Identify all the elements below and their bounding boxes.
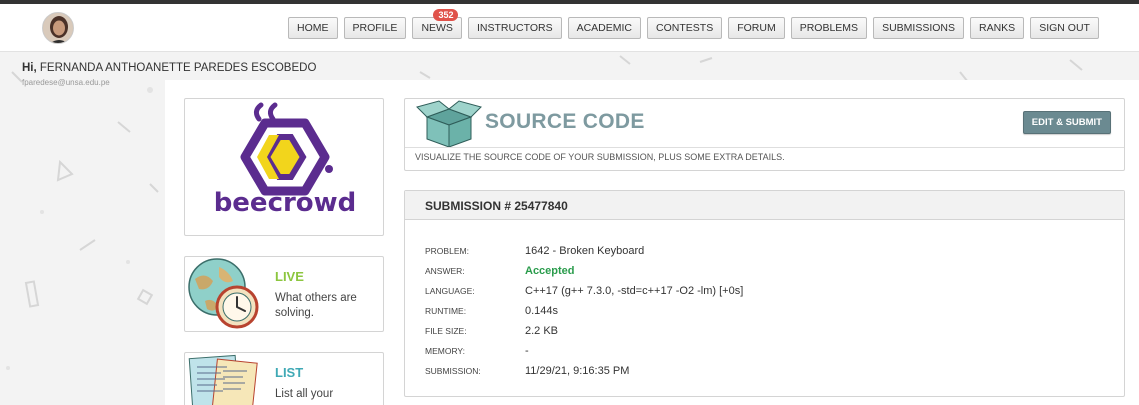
detail-label: LANGUAGE: — [425, 286, 475, 296]
nav-signout-button[interactable]: SIGN OUT — [1030, 17, 1099, 39]
nav-problems-button[interactable]: PROBLEMS — [790, 17, 868, 39]
detail-row-answer: ANSWER: Accepted — [425, 261, 743, 281]
source-code-header-card: SOURCE CODE EDIT & SUBMIT VISUALIZE THE … — [404, 98, 1125, 171]
news-count-badge: 352 — [433, 9, 459, 21]
nav-label: CONTESTS — [656, 22, 714, 34]
nav-label: RANKS — [979, 22, 1016, 34]
detail-row-problem: PROBLEM: 1642 - Broken Keyboard — [425, 241, 743, 261]
nav-label: HOME — [297, 22, 329, 34]
user-name: FERNANDA ANTHOANETTE PAREDES ESCOBEDO — [39, 62, 317, 74]
nav-label: PROBLEMS — [799, 22, 859, 34]
detail-row-runtime: RUNTIME: 0.144s — [425, 301, 743, 321]
detail-label: PROBLEM: — [425, 246, 469, 256]
problem-value: 1642 - Broken Keyboard — [525, 245, 645, 257]
nav-label: FORUM — [737, 22, 776, 34]
logo-text: beecrowd — [214, 188, 357, 218]
nav-label: INSTRUCTORS — [476, 22, 553, 34]
edit-submit-button[interactable]: EDIT & SUBMIT — [1022, 111, 1111, 134]
submission-details-list: PROBLEM: 1642 - Broken Keyboard ANSWER: … — [425, 241, 743, 381]
detail-label: ANSWER: — [425, 266, 465, 276]
list-title: LIST — [275, 365, 304, 380]
detail-row-filesize: FILE SIZE: 2.2 KB — [425, 321, 743, 341]
list-card[interactable]: LIST List all your — [184, 352, 384, 405]
live-card[interactable]: LIVE What others are solving. — [184, 256, 384, 332]
submission-details-card: SUBMISSION # 25477840 PROBLEM: 1642 - Br… — [404, 190, 1125, 397]
open-box-icon — [416, 100, 482, 147]
detail-label: FILE SIZE: — [425, 326, 467, 336]
memory-value: - — [525, 345, 529, 357]
nav-profile-button[interactable]: PROFILE — [343, 17, 407, 39]
live-title: LIVE — [275, 269, 304, 284]
nav-home-button[interactable]: HOME — [288, 17, 338, 39]
nav-contests-button[interactable]: CONTESTS — [647, 17, 723, 39]
detail-row-language: LANGUAGE: C++17 (g++ 7.3.0, -std=c++17 -… — [425, 281, 743, 301]
list-papers-icon — [188, 354, 258, 405]
title-divider — [405, 147, 1124, 148]
nav-news-button[interactable]: NEWS 352 — [412, 9, 462, 39]
list-description: List all your — [275, 388, 334, 400]
page-title: SOURCE CODE — [485, 110, 645, 133]
nav-label: SIGN OUT — [1039, 22, 1090, 34]
detail-label: RUNTIME: — [425, 306, 467, 316]
submission-header: SUBMISSION # 25477840 — [405, 191, 1124, 220]
answer-status: Accepted — [525, 265, 575, 277]
detail-row-memory: MEMORY: - — [425, 341, 743, 361]
user-greeting: Hi, FERNANDA ANTHOANETTE PAREDES ESCOBED… — [22, 62, 316, 74]
nav-label: PROFILE — [352, 22, 398, 34]
user-email: fparedese@unsa.edu.pe — [22, 78, 110, 87]
submission-number: SUBMISSION # 25477840 — [425, 199, 568, 213]
runtime-value: 0.144s — [525, 305, 559, 317]
main-nav: HOME PROFILE NEWS 352 INSTRUCTORS ACADEM… — [288, 9, 1099, 39]
nav-forum-button[interactable]: FORUM — [728, 17, 785, 39]
detail-label: SUBMISSION: — [425, 366, 481, 376]
greeting-prefix: Hi, — [22, 62, 37, 74]
page-subtitle: VISUALIZE THE SOURCE CODE OF YOUR SUBMIS… — [415, 152, 785, 162]
detail-row-submission-date: SUBMISSION: 11/29/21, 9:16:35 PM — [425, 361, 743, 381]
beecrowd-logo-card[interactable]: beecrowd — [184, 98, 384, 236]
submission-date-value: 11/29/21, 9:16:35 PM — [525, 365, 630, 377]
nav-submissions-button[interactable]: SUBMISSIONS — [873, 17, 964, 39]
nav-label: NEWS — [421, 22, 453, 34]
language-value: C++17 (g++ 7.3.0, -std=c++17 -O2 -lm) [+… — [525, 285, 744, 297]
nav-instructors-button[interactable]: INSTRUCTORS — [467, 17, 562, 39]
user-avatar[interactable] — [42, 12, 74, 44]
filesize-value: 2.2 KB — [525, 325, 559, 337]
top-navbar: HOME PROFILE NEWS 352 INSTRUCTORS ACADEM… — [0, 4, 1139, 52]
live-description: What others are solving. — [275, 292, 357, 319]
detail-label: MEMORY: — [425, 346, 465, 356]
beecrowd-logo: beecrowd — [214, 102, 357, 218]
nav-label: ACADEMIC — [576, 22, 633, 34]
nav-academic-button[interactable]: ACADEMIC — [567, 17, 642, 39]
nav-label: SUBMISSIONS — [882, 22, 955, 34]
globe-clock-icon — [188, 258, 259, 329]
nav-ranks-button[interactable]: RANKS — [970, 17, 1025, 39]
